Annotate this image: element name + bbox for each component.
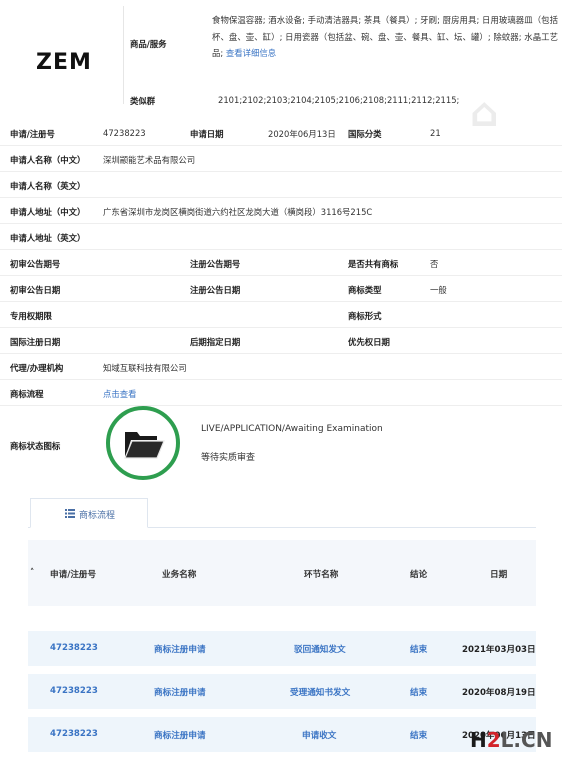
watermark-h: H [470,728,487,752]
mark-type-label: 商标类型 [348,285,382,295]
flow-table-header [28,540,536,606]
mark-form-label: 商标形式 [348,311,382,321]
address-cn-label: 申请人地址（中文） [10,207,86,217]
goods-description: 食物保温容器; 酒水设备; 手动清洁器具; 茶具（餐具）; 牙刷; 厨房用具; … [212,12,558,62]
reg-pub-no-label: 注册公告期号 [190,259,241,269]
view-flow-link[interactable]: 点击查看 [103,389,137,399]
info-row-prelim-no: 初审公告期号 注册公告期号 是否共有商标 否 [0,250,562,276]
status-badge [106,406,180,480]
trademark-logo: ZEM [36,50,92,75]
view-details-link[interactable]: 查看详细信息 [226,48,276,58]
address-cn-value: 广东省深圳市龙岗区横岗街道六约社区龙岗大道（横岗段）3116号215C [103,207,373,217]
intl-class-value: 21 [430,128,441,138]
info-row-applicant-cn: 申请人名称（中文） 深圳颛能艺术品有限公司 [0,146,562,172]
row-date: 2020年08月19日 [462,688,536,698]
col-result: 结论 [410,570,428,580]
applicant-cn-label: 申请人名称（中文） [10,155,86,165]
agent-value: 知域互联科技有限公司 [103,363,187,373]
status-section: 商标状态图标 [0,402,562,482]
row-step: 驳回通知发文 [294,645,346,655]
agent-label: 代理/办理机构 [10,363,64,373]
tab-label: 商标流程 [79,511,116,521]
info-row-exclusive: 专用权期限 商标形式 [0,302,562,328]
exclusive-period-label: 专用权期限 [10,311,52,321]
col-date: 日期 [490,570,508,580]
info-row-address-en: 申请人地址（英文） [0,224,562,250]
flow-label: 商标流程 [10,389,44,399]
applicant-en-label: 申请人名称（英文） [10,181,86,191]
col-business: 业务名称 [162,570,197,580]
intl-reg-date-label: 国际注册日期 [10,337,61,347]
info-row-applicant-en: 申请人名称（英文） [0,172,562,198]
trademark-summary: ZEM 商品/服务 食物保温容器; 酒水设备; 手动清洁器具; 茶具（餐具）; … [0,0,562,110]
flow-link-wrap: 点击查看 [103,388,137,400]
applicant-cn-value: 深圳颛能艺术品有限公司 [103,155,196,165]
mark-type-value: 一般 [430,285,447,295]
status-text-cn: 等待实质审查 [201,453,256,463]
reg-pub-date-label: 注册公告日期 [190,285,241,295]
goods-label: 商品/服务 [130,39,167,49]
intl-class-label: 国际分类 [348,129,382,139]
col-step: 环节名称 [304,570,339,580]
row-result: 结束 [410,731,428,741]
apply-date-value: 2020年06月13日 [268,129,336,139]
col-reg-no: 申请/注册号 [50,570,97,580]
row-date: 2021年03月03日 [462,645,536,655]
row-business: 商标注册申请 [154,688,206,698]
later-date-label: 后期指定日期 [190,337,241,347]
site-watermark-logo: H2L.CN [470,728,552,752]
row-result: 结束 [410,688,428,698]
list-icon [65,509,75,518]
tab-trademark-flow[interactable]: 商标流程 [30,498,148,528]
apply-date-label: 申请日期 [190,129,224,139]
similar-group-value: 2101;2102;2103;2104;2105;2106;2108;2111;… [218,95,460,105]
prelim-no-label: 初审公告期号 [10,259,61,269]
row-reg-no: 47238223 [50,729,98,739]
info-row-address-cn: 申请人地址（中文） 广东省深圳市龙岗区横岗街道六约社区龙岗大道（横岗段）3116… [0,198,562,224]
info-row-registration: 申请/注册号 47238223 申请日期 2020年06月13日 国际分类 21 [0,120,562,146]
row-business: 商标注册申请 [154,731,206,741]
row-step: 受理通知书发文 [290,688,351,698]
table-row [28,716,536,752]
priority-date-label: 优先权日期 [348,337,390,347]
info-row-agent: 代理/办理机构 知域互联科技有限公司 [0,354,562,380]
prelim-date-label: 初审公告日期 [10,285,61,295]
table-row [28,630,536,666]
status-icon-label: 商标状态图标 [10,441,61,451]
info-row-intl-reg: 国际注册日期 后期指定日期 优先权日期 [0,328,562,354]
table-row [28,673,536,709]
status-text-en: LIVE/APPLICATION/Awaiting Examination [201,424,383,434]
row-result: 结束 [410,645,428,655]
shared-mark-value: 否 [430,259,439,269]
sort-arrow-icon: ˄ [30,568,35,578]
address-en-label: 申请人地址（英文） [10,233,86,243]
row-business: 商标注册申请 [154,645,206,655]
row-step: 申请收文 [302,731,337,741]
watermark-2: 2 [486,728,501,752]
info-row-prelim-date: 初审公告日期 注册公告日期 商标类型 一般 [0,276,562,302]
reg-no-value: 47238223 [103,128,146,138]
trademark-logo-box: ZEM [6,6,124,104]
watermark-lcn: L.CN [500,728,553,752]
reg-no-label: 申请/注册号 [10,129,55,139]
similar-group-label: 类似群 [130,96,156,106]
open-folder-icon [124,432,165,459]
shared-mark-label: 是否共有商标 [348,259,399,269]
row-reg-no: 47238223 [50,686,98,696]
row-reg-no: 47238223 [50,643,98,653]
